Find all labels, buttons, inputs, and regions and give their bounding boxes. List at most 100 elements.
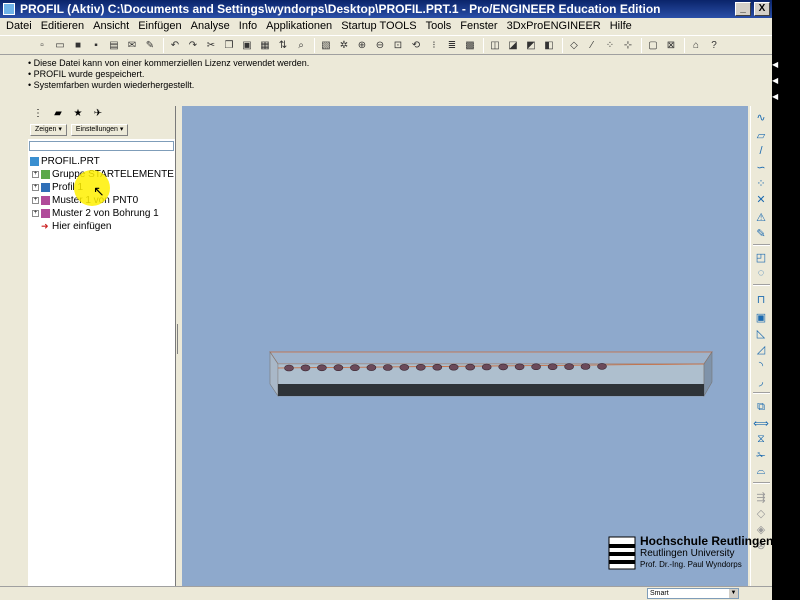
- expand-icon[interactable]: +: [32, 210, 39, 217]
- hole: [498, 363, 509, 371]
- thicken-icon: ◇: [756, 507, 766, 520]
- reorient-icon[interactable]: ⟲: [408, 38, 424, 53]
- mirror-icon[interactable]: ⟺: [753, 416, 769, 430]
- merge-icon[interactable]: ⧖: [753, 432, 769, 446]
- favorites-tab-icon[interactable]: ★: [70, 106, 86, 121]
- context-help-icon[interactable]: ?: [706, 38, 722, 53]
- pattern-icon[interactable]: ⌓: [753, 464, 769, 478]
- regenerate-icon[interactable]: ⇅: [275, 38, 291, 53]
- toolbar-separator: [753, 392, 770, 394]
- panel-splitter[interactable]: [176, 106, 180, 586]
- draft-icon[interactable]: ◿: [753, 342, 769, 356]
- view-manager-icon[interactable]: ▩: [462, 38, 478, 53]
- wireframe-icon[interactable]: ◫: [487, 38, 503, 53]
- highlight-icon[interactable]: ✎: [142, 38, 158, 53]
- proengineer-window: PROFIL (Aktiv) C:\Documents and Settings…: [0, 0, 772, 600]
- chamfer-icon[interactable]: ◞: [753, 374, 769, 388]
- window-activate-icon[interactable]: ▢: [645, 38, 661, 53]
- model-tree-tab-icon[interactable]: ⋮: [30, 106, 46, 121]
- coordinate-system-icon[interactable]: ✕: [753, 192, 769, 206]
- redo-icon[interactable]: ↷: [185, 38, 201, 53]
- menu-10[interactable]: 3DxProENGINEER: [503, 18, 606, 35]
- show-dropdown[interactable]: Zeigen ▾: [30, 124, 67, 136]
- menu-1[interactable]: Editieren: [37, 18, 89, 35]
- group-icon: [41, 170, 50, 179]
- settings-dropdown[interactable]: Einstellungen ▾: [70, 124, 129, 136]
- menu-3[interactable]: Einfügen: [134, 18, 186, 35]
- menu-5[interactable]: Info: [235, 18, 262, 35]
- layers-icon[interactable]: ≣: [444, 38, 460, 53]
- selection-filter-select[interactable]: Smart ▼: [647, 588, 739, 599]
- datum-points-icon[interactable]: ⁘: [602, 38, 618, 53]
- logo-english-name: Reutlingen University: [640, 548, 735, 559]
- saved-views-icon[interactable]: ⁝: [426, 38, 442, 53]
- no-hidden-icon[interactable]: ◩: [523, 38, 539, 53]
- toolbar-separator: [753, 244, 770, 246]
- sketch-icon[interactable]: ∿: [753, 110, 769, 124]
- trim-icon[interactable]: ✁: [753, 448, 769, 462]
- open-file-icon[interactable]: ▭: [52, 38, 68, 53]
- menu-9[interactable]: Fenster: [456, 18, 502, 35]
- spin-center-icon[interactable]: ✲: [336, 38, 352, 53]
- window-close-icon[interactable]: ⊠: [663, 38, 679, 53]
- datum-axes-icon[interactable]: ⁄: [584, 38, 600, 53]
- toolbar-separator: [641, 38, 642, 53]
- expand-icon[interactable]: +: [32, 171, 39, 178]
- extrude-icon[interactable]: ◰: [753, 250, 769, 264]
- revolve-icon[interactable]: ◌: [753, 266, 769, 280]
- datum-plane-icon[interactable]: ▱: [753, 128, 769, 142]
- splitter-grip[interactable]: [177, 324, 179, 354]
- menu-11[interactable]: Hilfe: [606, 18, 637, 35]
- shading-icon[interactable]: ◧: [541, 38, 557, 53]
- minimize-button[interactable]: _: [735, 2, 751, 16]
- menu-8[interactable]: Tools: [422, 18, 457, 35]
- title-bar[interactable]: PROFIL (Aktiv) C:\Documents and Settings…: [0, 0, 772, 18]
- paste-special-icon[interactable]: ▦: [257, 38, 273, 53]
- rib-icon[interactable]: ◺: [753, 326, 769, 340]
- chevron-down-icon[interactable]: ▼: [729, 589, 738, 598]
- tree-item[interactable]: ➜ Hier einfügen: [28, 220, 175, 233]
- hole-icon[interactable]: ⊓: [753, 292, 769, 306]
- send-mail-icon[interactable]: ✉: [124, 38, 140, 53]
- menu-2[interactable]: Ansicht: [89, 18, 134, 35]
- connections-tab-icon[interactable]: ✈: [90, 106, 106, 121]
- copy-feature-icon[interactable]: ⧉: [753, 400, 769, 414]
- folder-browser-tab-icon[interactable]: ▰: [50, 106, 66, 121]
- copy-icon[interactable]: ❐: [221, 38, 237, 53]
- menu-7[interactable]: Startup TOOLS: [337, 18, 421, 35]
- datum-planes-icon[interactable]: ◇: [566, 38, 582, 53]
- cut-icon[interactable]: ✂: [203, 38, 219, 53]
- repaint-icon[interactable]: ▧: [318, 38, 334, 53]
- hidden-line-icon[interactable]: ◪: [505, 38, 521, 53]
- menu-0[interactable]: Datei: [2, 18, 37, 35]
- tree-item[interactable]: PROFIL.PRT: [28, 155, 175, 168]
- refit-icon[interactable]: ⊡: [390, 38, 406, 53]
- save-as-icon[interactable]: ▪: [88, 38, 104, 53]
- save-icon[interactable]: ■: [70, 38, 86, 53]
- graphics-viewport[interactable]: [182, 106, 748, 586]
- find-icon[interactable]: ⌕: [293, 38, 309, 53]
- datum-curve-icon[interactable]: ∽: [753, 160, 769, 174]
- sketched-curve-icon[interactable]: ✎: [753, 226, 769, 240]
- tree-item[interactable]: + Muster 2 von Bohrung 1: [28, 207, 175, 220]
- undo-icon[interactable]: ↶: [167, 38, 183, 53]
- expand-icon[interactable]: +: [32, 197, 39, 204]
- zoom-out-icon[interactable]: ⊖: [372, 38, 388, 53]
- new-file-icon[interactable]: ▫: [34, 38, 50, 53]
- menu-4[interactable]: Analyse: [187, 18, 235, 35]
- shell-icon[interactable]: ▣: [753, 310, 769, 324]
- tree-filter-input[interactable]: [29, 141, 174, 151]
- round-icon[interactable]: ◝: [753, 358, 769, 372]
- paste-icon[interactable]: ▣: [239, 38, 255, 53]
- model-canvas[interactable]: [182, 106, 748, 586]
- datum-axis-icon[interactable]: /: [753, 144, 769, 158]
- datum-point-icon[interactable]: ⁘: [753, 176, 769, 190]
- close-button[interactable]: X: [754, 2, 770, 16]
- print-icon[interactable]: ▤: [106, 38, 122, 53]
- coordinate-systems-icon[interactable]: ⊹: [620, 38, 636, 53]
- analysis-icon[interactable]: ⚠: [753, 210, 769, 224]
- expand-icon[interactable]: +: [32, 184, 39, 191]
- menu-6[interactable]: Applikationen: [262, 18, 337, 35]
- home-icon[interactable]: ⌂: [688, 38, 704, 53]
- zoom-in-icon[interactable]: ⊕: [354, 38, 370, 53]
